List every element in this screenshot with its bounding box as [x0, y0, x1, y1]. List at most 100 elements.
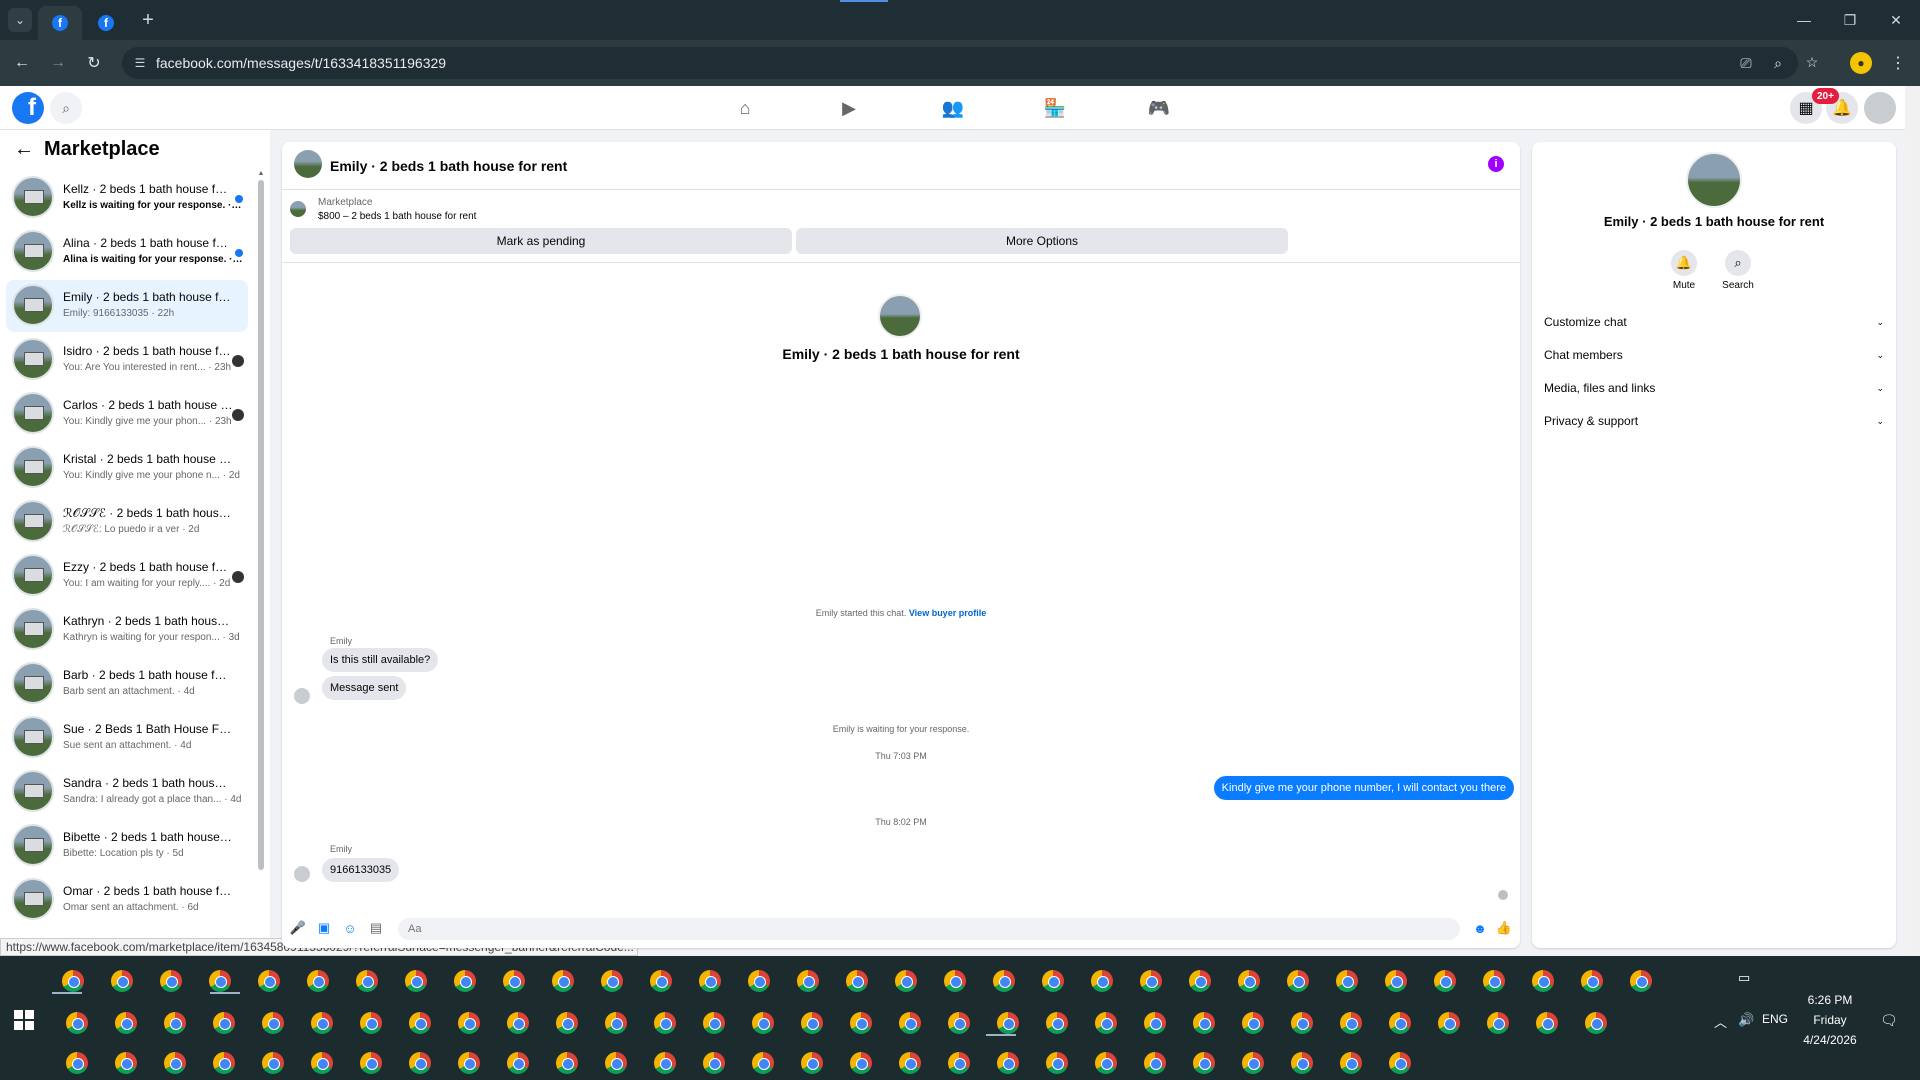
taskbar-chrome-icon[interactable]	[944, 970, 966, 992]
sender-avatar[interactable]	[294, 688, 310, 704]
conversation-item[interactable]: Sandra · 2 beds 1 bath house for rent San…	[6, 766, 248, 818]
taskbar-chrome-icon[interactable]	[356, 970, 378, 992]
taskbar-chrome-icon[interactable]	[160, 970, 182, 992]
conversation-item[interactable]: Barb · 2 beds 1 bath house for rent Barb …	[6, 658, 248, 710]
taskbar-chrome-icon[interactable]	[703, 1012, 725, 1034]
incoming-message-bubble[interactable]: 9166133035	[322, 858, 400, 882]
volume-icon[interactable]: 🔊	[1738, 1012, 1754, 1028]
taskbar-chrome-icon[interactable]	[262, 1052, 284, 1074]
conversation-info-icon[interactable]: i	[1488, 156, 1504, 172]
mark-as-pending-button[interactable]: Mark as pending	[290, 228, 792, 254]
taskbar-chrome-icon[interactable]	[1242, 1012, 1264, 1034]
taskbar-chrome-icon[interactable]	[997, 1012, 1019, 1034]
like-thumb-icon[interactable]: 👍	[1496, 920, 1512, 936]
close-window-button[interactable]: ✕	[1876, 8, 1916, 32]
taskbar-chrome-icon[interactable]	[1095, 1012, 1117, 1034]
show-hidden-icons-chevron-icon[interactable]: ︿	[1714, 1012, 1727, 1031]
facebook-search-icon[interactable]: ⌕	[50, 92, 82, 124]
taskbar-chrome-icon[interactable]	[111, 970, 133, 992]
taskbar-chrome-icon[interactable]	[846, 970, 868, 992]
facebook-logo-icon[interactable]: f	[12, 92, 44, 124]
taskbar-chrome-icon[interactable]	[1291, 1052, 1313, 1074]
taskbar-chrome-icon[interactable]	[164, 1052, 186, 1074]
address-bar[interactable]: ☰ facebook.com/messages/t/16334183511963…	[122, 47, 1798, 79]
taskbar-chrome-icon[interactable]	[1536, 1012, 1558, 1034]
taskbar-chrome-icon[interactable]	[703, 1052, 725, 1074]
video-icon[interactable]: ▶	[836, 96, 862, 120]
taskbar-chrome-icon[interactable]	[948, 1012, 970, 1034]
scroll-up-icon[interactable]: ▲	[256, 170, 266, 180]
taskbar-chrome-icon[interactable]	[360, 1012, 382, 1034]
taskbar-chrome-icon[interactable]	[454, 970, 476, 992]
conversation-item[interactable]: Emily · 2 beds 1 bath house for rent Emil…	[6, 280, 248, 332]
tab-search-chevron-icon[interactable]: ⌄	[8, 8, 32, 32]
message-input[interactable]	[398, 918, 1398, 940]
taskbar-chrome-icon[interactable]	[1193, 1052, 1215, 1074]
taskbar-chrome-icon[interactable]	[1287, 970, 1309, 992]
taskbar-chrome-icon[interactable]	[899, 1012, 921, 1034]
taskbar-chrome-icon[interactable]	[1434, 970, 1456, 992]
taskbar-chrome-icon[interactable]	[850, 1012, 872, 1034]
taskbar-chrome-icon[interactable]	[797, 970, 819, 992]
incoming-message-bubble[interactable]: Message sent	[322, 676, 407, 700]
taskbar-chrome-icon[interactable]	[801, 1052, 823, 1074]
privacy-support-row[interactable]: Privacy & support ⌄	[1544, 409, 1884, 433]
taskbar-chrome-icon[interactable]	[948, 1052, 970, 1074]
taskbar-chrome-icon[interactable]	[801, 1012, 823, 1034]
taskbar-chrome-icon[interactable]	[458, 1052, 480, 1074]
photo-icon[interactable]: ▣	[316, 920, 332, 936]
taskbar-chrome-icon[interactable]	[1193, 1012, 1215, 1034]
sticker-icon[interactable]: ☺	[342, 920, 358, 936]
taskbar-chrome-icon[interactable]	[262, 1012, 284, 1034]
browser-menu-icon[interactable]: ⋮	[1888, 51, 1908, 75]
action-center-icon[interactable]: 🗨	[1880, 1012, 1900, 1032]
profile-avatar-icon[interactable]: ●	[1850, 52, 1872, 74]
gaming-icon[interactable]: 🎮	[1146, 96, 1172, 120]
taskbar-chrome-icon[interactable]	[605, 1052, 627, 1074]
conversation-item[interactable]: Ezzy · 2 beds 1 bath house for rent You: …	[6, 550, 248, 602]
conversation-list-scrollbar[interactable]: ▲	[256, 170, 266, 950]
conversation-item[interactable]: Kellz · 2 beds 1 bath house for rent Kell…	[6, 172, 248, 224]
outgoing-message-bubble[interactable]: Kindly give me your phone number, I will…	[1213, 776, 1514, 800]
taskbar-chrome-icon[interactable]	[654, 1052, 676, 1074]
taskbar-chrome-icon[interactable]	[556, 1012, 578, 1034]
chat-members-row[interactable]: Chat members ⌄	[1544, 343, 1884, 367]
taskbar-chrome-icon[interactable]	[405, 970, 427, 992]
taskbar-chrome-icon[interactable]	[1238, 970, 1260, 992]
taskbar-chrome-icon[interactable]	[209, 970, 231, 992]
taskbar-clock[interactable]: 6:26 PM Friday 4/24/2026	[1780, 990, 1880, 1050]
forward-button[interactable]: →	[46, 51, 70, 75]
taskbar-chrome-icon[interactable]	[1389, 1012, 1411, 1034]
incoming-message-bubble[interactable]: Is this still available?	[322, 648, 439, 672]
taskbar-chrome-icon[interactable]	[993, 970, 1015, 992]
taskbar-chrome-icon[interactable]	[1532, 970, 1554, 992]
taskbar-chrome-icon[interactable]	[552, 970, 574, 992]
taskbar-chrome-icon[interactable]	[1140, 970, 1162, 992]
taskbar-chrome-icon[interactable]	[62, 970, 84, 992]
reload-button[interactable]: ↻	[82, 51, 106, 75]
taskbar-chrome-icon[interactable]	[895, 970, 917, 992]
conversation-item[interactable]: Alina · 2 beds 1 bath house for rent Alin…	[6, 226, 248, 278]
customize-chat-row[interactable]: Customize chat ⌄	[1544, 310, 1884, 334]
media-files-links-row[interactable]: Media, files and links ⌄	[1544, 376, 1884, 400]
conversation-item[interactable]: ℛ𝒪𝒮𝒮ℰ · 2 beds 1 bath house for rent ℛ𝒪𝒮𝒮…	[6, 496, 248, 548]
mute-button[interactable]: 🔔 Mute	[1664, 250, 1704, 291]
zoom-icon[interactable]: ⌕	[1766, 51, 1790, 75]
install-app-icon[interactable]: ⎚	[1734, 51, 1758, 75]
taskbar-chrome-icon[interactable]	[752, 1052, 774, 1074]
account-avatar[interactable]	[1864, 92, 1896, 124]
gif-icon[interactable]: ▤	[368, 920, 384, 936]
page-scrollbar[interactable]	[1905, 86, 1920, 956]
sender-avatar[interactable]	[294, 866, 310, 882]
taskbar-chrome-icon[interactable]	[1046, 1012, 1068, 1034]
message-input-wrapper[interactable]	[398, 918, 1460, 940]
taskbar-chrome-icon[interactable]	[1385, 970, 1407, 992]
taskbar-chrome-icon[interactable]	[605, 1012, 627, 1034]
taskbar-chrome-icon[interactable]	[1438, 1012, 1460, 1034]
taskbar-chrome-icon[interactable]	[699, 970, 721, 992]
taskbar-chrome-icon[interactable]	[748, 970, 770, 992]
friends-icon[interactable]: 👥	[940, 96, 966, 120]
search-in-chat-button[interactable]: ⌕ Search	[1718, 250, 1758, 291]
taskbar-chrome-icon[interactable]	[115, 1012, 137, 1034]
taskbar-chrome-icon[interactable]	[1091, 970, 1113, 992]
